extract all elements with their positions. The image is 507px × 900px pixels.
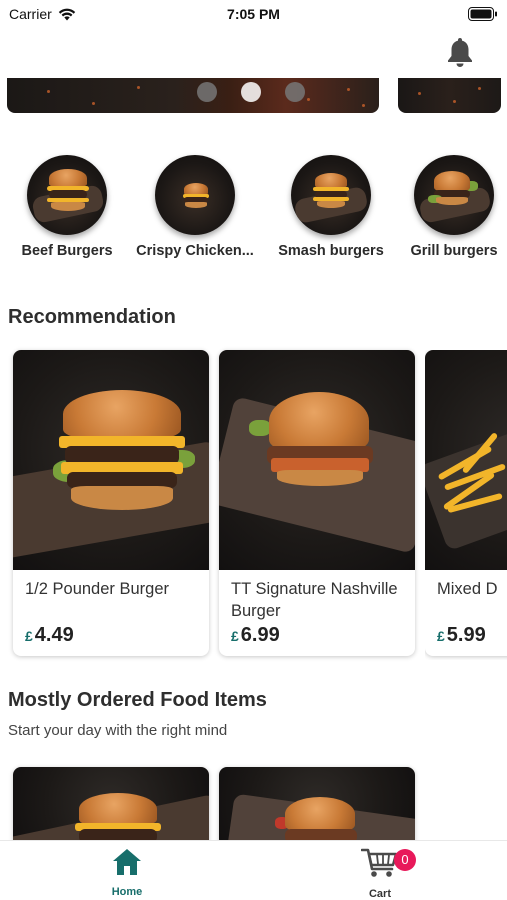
cart-icon [360,848,398,877]
banner-slide-next[interactable] [398,78,501,113]
food-image [13,350,209,570]
price-value: 6.99 [240,624,280,646]
food-price: £ 6.99 [231,624,280,647]
food-name: 1/2 Pounder Burger [25,580,170,598]
food-name: TT Signature Nashville Burger [231,580,398,620]
category-smash-burgers[interactable]: Smash burgers [261,155,401,259]
carousel-dot[interactable] [285,82,305,102]
food-name: Mixed D [437,580,498,598]
tab-cart[interactable]: 0 Cart [320,847,440,900]
status-time: 7:05 PM [227,6,280,22]
carousel-dot-active[interactable] [241,82,261,102]
tab-home[interactable]: Home [67,847,187,898]
home-icon [113,849,141,875]
battery-icon [468,7,497,21]
food-card[interactable] [13,767,209,847]
currency-symbol: £ [231,628,239,644]
category-beef-burgers[interactable]: Beef Burgers [0,155,137,259]
bottom-tab-bar: Home 0 Cart [0,840,507,900]
cart-count-badge: 0 [394,849,416,871]
card-clip: Mixed D £ 5.99 [425,350,507,660]
category-image [414,155,494,235]
category-label: Beef Burgers [21,243,113,259]
category-image [155,155,235,235]
banner-slide-current[interactable] [7,78,379,113]
food-image [13,767,209,847]
carousel-dot[interactable] [197,82,217,102]
category-label: Grill burgers [410,243,498,259]
recommendation-title: Recommendation [8,306,176,328]
tab-home-label: Home [111,886,143,898]
currency-symbol: £ [437,628,445,644]
category-label: Smash burgers [278,243,384,259]
mostly-ordered-subtitle: Start your day with the right mind [8,722,228,739]
food-image [219,767,415,847]
food-price: £ 5.99 [437,624,486,647]
status-bar: Carrier 7:05 PM [0,0,507,28]
food-card[interactable] [219,767,415,847]
bell-icon[interactable] [445,36,475,68]
category-crispy-chicken[interactable]: Crispy Chicken... [125,155,265,259]
price-value: 5.99 [446,624,486,646]
food-image [219,350,415,570]
food-price: £ 4.49 [25,624,74,647]
carousel-indicator [197,82,305,102]
food-card[interactable]: TT Signature Nashville Burger £ 6.99 [219,350,415,656]
food-image [425,350,507,570]
category-label: Crispy Chicken... [136,243,254,259]
category-image [27,155,107,235]
currency-symbol: £ [25,628,33,644]
category-list: Beef Burgers Crispy Chicken... Smash bur… [0,155,507,265]
category-image [291,155,371,235]
food-card[interactable]: Mixed D £ 5.99 [425,350,507,656]
food-card[interactable]: 1/2 Pounder Burger £ 4.49 [13,350,209,656]
tab-cart-label: Cart [368,888,391,900]
mostly-ordered-title: Mostly Ordered Food Items [8,689,267,711]
category-grill-burgers[interactable]: Grill burgers [384,155,507,259]
price-value: 4.49 [34,624,74,646]
